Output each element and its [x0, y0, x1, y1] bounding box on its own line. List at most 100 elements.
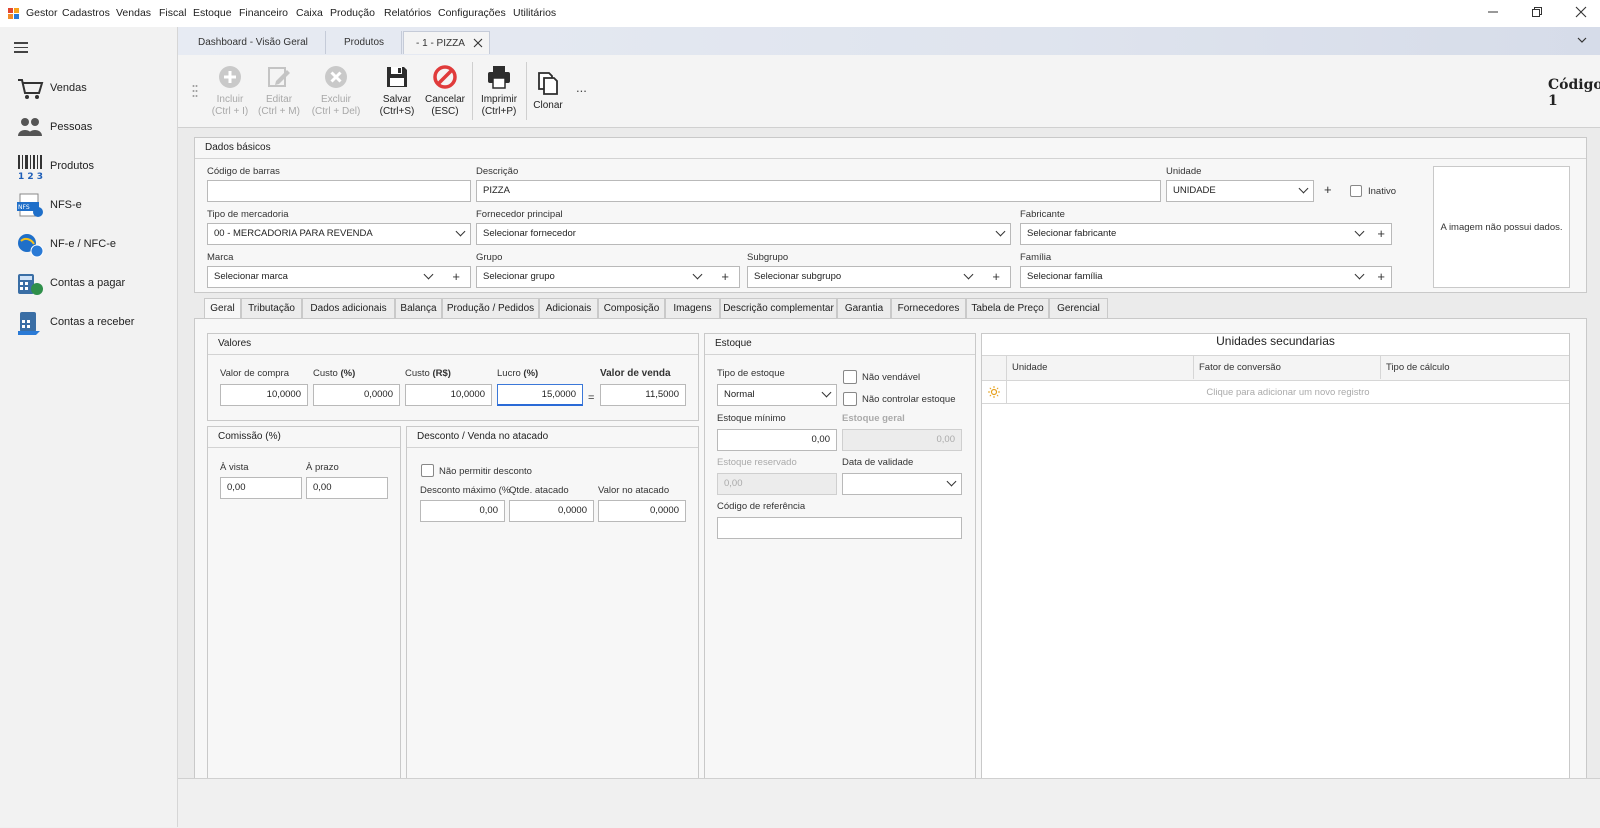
tab-imagens[interactable]: Imagens — [665, 298, 720, 318]
subgrupo-value: Selecionar subgrupo — [754, 271, 842, 282]
a-prazo-input[interactable]: 0,00 — [306, 477, 388, 499]
cancelar-label: Cancelar — [424, 94, 466, 105]
tab-adicionais[interactable]: Adicionais — [539, 298, 598, 318]
sidebar-item-nfe[interactable]: NF-e / NFC-e — [16, 229, 166, 261]
col-header-fator-conversao[interactable]: Fator de conversão — [1199, 362, 1281, 373]
sidebar-item-contas-pagar[interactable]: Contas a pagar — [16, 268, 166, 300]
tab-tributacao[interactable]: Tributação — [241, 298, 302, 318]
marca-label: Marca — [207, 252, 234, 263]
menu-fiscal[interactable]: Fiscal — [159, 7, 186, 19]
a-vista-input[interactable]: 0,00 — [220, 477, 302, 499]
valor-venda-input[interactable]: 11,5000 — [600, 384, 686, 406]
nao-permitir-desconto-checkbox[interactable] — [421, 464, 434, 477]
tab-descricao-complementar[interactable]: Descrição complementar — [720, 298, 837, 318]
sidebar-item-nfse[interactable]: NFS NFS-e — [16, 190, 166, 222]
restore-icon[interactable] — [1522, 4, 1552, 24]
tab-geral[interactable]: Geral — [204, 298, 241, 319]
tab-tabela-preco[interactable]: Tabela de Preço — [966, 298, 1049, 318]
menu-estoque[interactable]: Estoque — [193, 7, 232, 19]
add-subgrupo-icon[interactable]: + — [992, 270, 1000, 284]
tab-gerencial[interactable]: Gerencial — [1049, 298, 1108, 318]
valor-atacado-input[interactable]: 0,0000 — [598, 500, 686, 522]
add-fabricante-icon[interactable]: + — [1377, 227, 1385, 241]
desconto-maximo-input[interactable]: 0,00 — [420, 500, 505, 522]
tab-close-icon[interactable] — [473, 38, 483, 48]
menu-financeiro[interactable]: Financeiro — [239, 7, 288, 19]
descricao-input[interactable]: PIZZA — [476, 180, 1161, 202]
sidebar-item-produtos[interactable]: 1 2 3 Produtos — [16, 151, 166, 183]
close-icon[interactable] — [1566, 4, 1596, 24]
tipo-estoque-select[interactable]: Normal — [717, 384, 837, 406]
incluir-button[interactable]: Incluir (Ctrl + I) — [202, 62, 258, 122]
fabricante-select[interactable]: Selecionar fabricante + — [1020, 223, 1392, 245]
menu-configuracoes[interactable]: Configurações — [438, 7, 506, 19]
menu-vendas[interactable]: Vendas — [116, 7, 151, 19]
tab-dados-adicionais[interactable]: Dados adicionais — [302, 298, 395, 318]
familia-select[interactable]: Selecionar família + — [1020, 266, 1392, 288]
custo-rs-input[interactable]: 10,0000 — [405, 384, 492, 406]
unidade-select[interactable]: UNIDADE — [1166, 180, 1314, 202]
valor-compra-input[interactable]: 10,0000 — [220, 384, 308, 406]
menu-relatorios[interactable]: Relatórios — [384, 7, 431, 19]
editar-button[interactable]: Editar (Ctrl + M) — [251, 62, 307, 122]
menu-producao[interactable]: Produção — [330, 7, 375, 19]
menu-utilitarios[interactable]: Utilitários — [513, 7, 556, 19]
tab-pizza-label: - 1 - PIZZA — [416, 38, 465, 49]
add-familia-icon[interactable]: + — [1377, 270, 1385, 284]
lucro-input[interactable]: 15,0000 — [497, 384, 583, 406]
menu-app[interactable]: Gestor — [26, 7, 58, 19]
tab-fornecedores[interactable]: Fornecedores — [891, 298, 966, 318]
chevron-down-icon — [1298, 183, 1309, 194]
nao-controlar-estoque-checkbox[interactable] — [843, 392, 857, 406]
nao-vendavel-checkbox[interactable] — [843, 370, 857, 384]
estoque-minimo-input[interactable]: 0,00 — [717, 429, 837, 451]
tab-dashboard[interactable]: Dashboard - Visão Geral — [180, 31, 326, 54]
col-header-unidade[interactable]: Unidade — [1012, 362, 1047, 373]
sidebar-item-pessoas[interactable]: Pessoas — [16, 112, 166, 144]
sidebar-item-contas-receber[interactable]: Contas a receber — [16, 307, 166, 339]
add-grupo-icon[interactable]: + — [721, 270, 729, 284]
hamburger-menu-icon[interactable] — [14, 42, 28, 53]
menu-bar: Gestor Cadastros Vendas Fiscal Estoque F… — [0, 0, 1600, 27]
cancelar-button[interactable]: Cancelar (ESC) — [417, 62, 473, 122]
minimize-icon[interactable] — [1478, 4, 1508, 24]
tab-balanca[interactable]: Balança — [395, 298, 442, 318]
codigo-display: Código 1 — [1548, 77, 1600, 109]
grupo-select[interactable]: Selecionar grupo + — [476, 266, 740, 288]
sidebar-item-vendas[interactable]: Vendas — [16, 73, 166, 105]
marca-select[interactable]: Selecionar marca + — [207, 266, 471, 288]
tabs-dropdown-icon[interactable] — [1576, 34, 1588, 46]
fornecedor-select[interactable]: Selecionar fornecedor — [476, 223, 1011, 245]
clonar-button[interactable]: Clonar — [520, 68, 576, 128]
custo-pct-input[interactable]: 0,0000 — [313, 384, 400, 406]
codigo-barras-input[interactable] — [207, 180, 471, 202]
imprimir-label: Imprimir — [480, 94, 518, 105]
qtde-atacado-input[interactable]: 0,0000 — [509, 500, 594, 522]
subgrupo-select[interactable]: Selecionar subgrupo + — [747, 266, 1011, 288]
add-unidade-icon[interactable]: + — [1324, 183, 1332, 197]
inativo-checkbox[interactable] — [1350, 185, 1362, 197]
tab-produtos[interactable]: Produtos — [326, 31, 402, 54]
menu-cadastros[interactable]: Cadastros — [62, 7, 110, 19]
col-header-tipo-calculo[interactable]: Tipo de cálculo — [1386, 362, 1450, 373]
imprimir-button[interactable]: Imprimir (Ctrl+P) — [471, 62, 527, 122]
add-marca-icon[interactable]: + — [452, 270, 460, 284]
codigo-referencia-input[interactable] — [717, 517, 962, 539]
tab-garantia[interactable]: Garantia — [837, 298, 891, 318]
product-image-box[interactable]: A imagem não possui dados. — [1433, 166, 1570, 288]
toolbar-grip-icon[interactable] — [192, 84, 198, 98]
excluir-button[interactable]: Excluir (Ctrl + Del) — [308, 62, 364, 122]
data-validade-select[interactable] — [842, 473, 962, 495]
tab-producao-pedidos[interactable]: Produção / Pedidos — [442, 298, 539, 318]
more-actions-button[interactable]: ... — [576, 80, 587, 95]
descricao-label: Descrição — [476, 166, 519, 177]
tipo-estoque-label: Tipo de estoque — [717, 368, 785, 379]
sidebar-item-label: NF-e / NFC-e — [50, 238, 116, 250]
add-new-record-row[interactable]: Clique para adicionar um novo registro — [1007, 387, 1569, 398]
sidebar-item-label: Pessoas — [50, 121, 93, 133]
menu-caixa[interactable]: Caixa — [296, 7, 323, 19]
incluir-shortcut: (Ctrl + I) — [211, 106, 249, 117]
tipo-mercadoria-select[interactable]: 00 - MERCADORIA PARA REVENDA — [207, 223, 471, 245]
valor-compra-label: Valor de compra — [220, 368, 289, 379]
tab-composicao[interactable]: Composição — [598, 298, 665, 318]
